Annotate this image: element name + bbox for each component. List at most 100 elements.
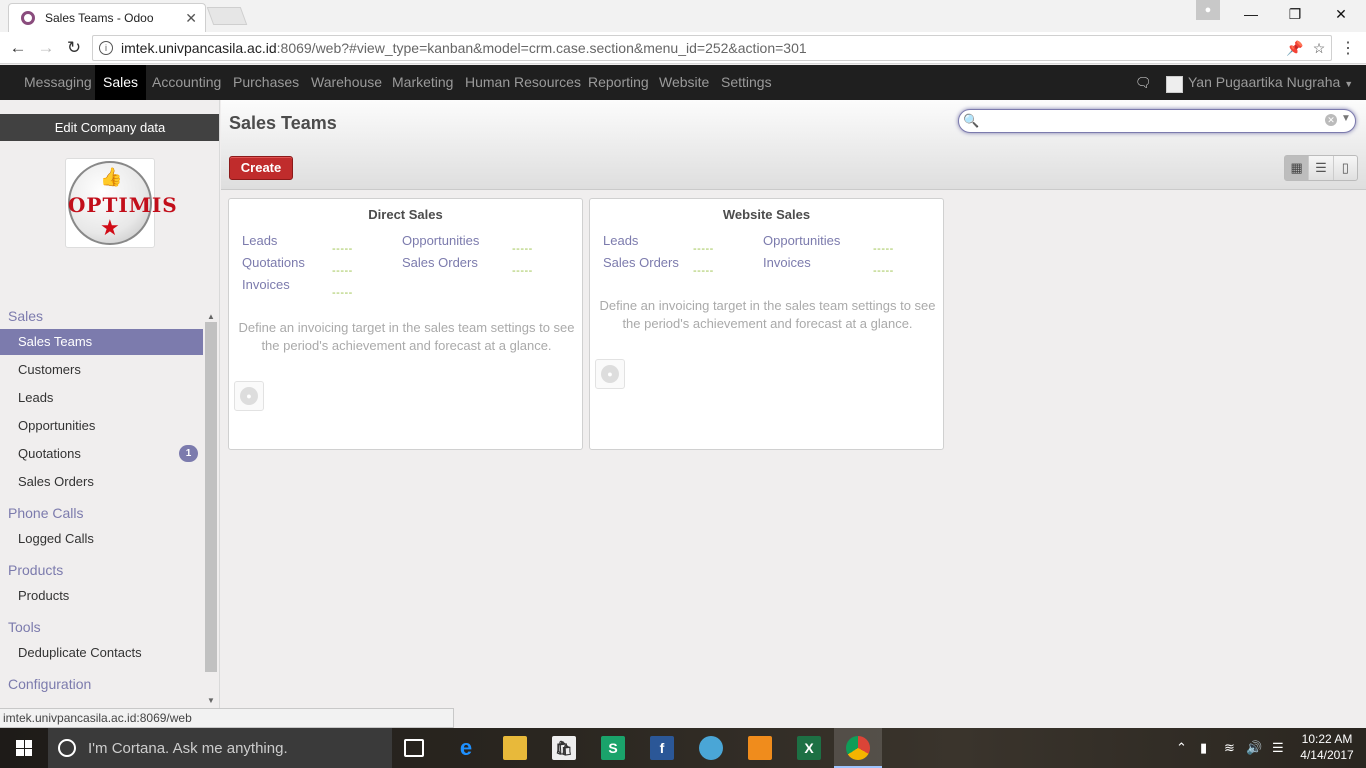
view-switcher: ▦ ☰ ▯	[1284, 155, 1358, 181]
nav-settings[interactable]: Settings	[713, 65, 780, 100]
card-link-leads[interactable]: Leads	[242, 233, 277, 248]
address-bar[interactable]: i imtek.univpancasila.ac.id:8069/web?#vi…	[92, 35, 1332, 61]
sidebar-item-quotations[interactable]: Quotations 1	[0, 441, 203, 467]
create-button[interactable]: Create	[229, 156, 293, 180]
sidebar-item-deduplicate-contacts[interactable]: Deduplicate Contacts	[0, 640, 203, 666]
app-s-icon[interactable]: S	[601, 736, 625, 760]
store-icon[interactable]: 🛍	[552, 736, 576, 760]
kanban-card-direct-sales[interactable]: Direct Sales Leads ----- Opportunities -…	[228, 198, 583, 450]
profile-icon[interactable]: ●	[1196, 0, 1220, 20]
new-tab-button[interactable]	[206, 7, 248, 25]
form-view-icon[interactable]: ▯	[1334, 156, 1357, 180]
back-icon[interactable]: ←	[8, 38, 28, 58]
sparkline-placeholder: -----	[873, 265, 894, 277]
sidebar-item-logged-calls[interactable]: Logged Calls	[0, 526, 203, 552]
card-link-leads[interactable]: Leads	[603, 233, 638, 248]
section-sales: Sales	[8, 308, 44, 324]
search-input[interactable]	[979, 113, 1309, 129]
reload-icon[interactable]: ↻	[64, 38, 84, 58]
tray-chevron-icon[interactable]: ⌃	[1176, 740, 1187, 756]
browser-menu-icon[interactable]: ⋮	[1340, 38, 1356, 58]
taskbar-clock[interactable]: 10:22 AM 4/14/2017	[1296, 731, 1358, 763]
logo-text: OPTIMIS	[68, 193, 178, 217]
nav-sales[interactable]: Sales	[95, 65, 147, 100]
restore-icon[interactable]: ❐	[1272, 0, 1318, 28]
sparkline-placeholder: -----	[693, 243, 714, 255]
bookmark-star-icon[interactable]: ☆	[1307, 40, 1331, 57]
volume-icon[interactable]: 🔊	[1246, 740, 1262, 756]
sidebar-item-customers[interactable]: Customers	[0, 357, 203, 383]
sparkline-placeholder: -----	[332, 287, 353, 299]
card-link-quotations[interactable]: Quotations	[242, 255, 305, 270]
card-link-sales-orders[interactable]: Sales Orders	[402, 255, 478, 270]
browser-toolbar: ← → ↻ i imtek.univpancasila.ac.id:8069/w…	[0, 32, 1366, 64]
sidebar-item-sales-orders[interactable]: Sales Orders	[0, 469, 203, 495]
window-close-icon[interactable]: ✕	[1318, 0, 1364, 28]
card-link-invoices[interactable]: Invoices	[763, 255, 811, 270]
sidebar-scroll-thumb[interactable]	[205, 322, 217, 672]
section-configuration: Configuration	[8, 676, 92, 692]
nav-marketing[interactable]: Marketing	[384, 65, 461, 100]
globe-app-icon[interactable]	[699, 736, 723, 760]
kanban-view-icon[interactable]: ▦	[1285, 156, 1310, 180]
odoo-favicon-icon	[21, 11, 35, 25]
kanban-card-website-sales[interactable]: Website Sales Leads ----- Opportunities …	[589, 198, 944, 450]
logo-circle: 👍 OPTIMIS ★	[68, 161, 177, 245]
clear-search-icon[interactable]: ✕	[1325, 114, 1337, 126]
pin-icon[interactable]: 📌	[1283, 40, 1307, 57]
excel-icon[interactable]: X	[797, 736, 821, 760]
main-content: Sales Teams 🔍 ✕ ▼ Create ▦ ☰ ▯ Direct Sa…	[221, 100, 1366, 708]
scroll-down-icon[interactable]: ▼	[204, 696, 218, 705]
minimize-icon[interactable]: —	[1228, 0, 1274, 28]
nav-messaging[interactable]: Messaging	[16, 65, 100, 100]
edit-company-button[interactable]: Edit Company data	[0, 114, 219, 141]
search-options-dropdown-icon[interactable]: ▼	[1341, 113, 1351, 124]
action-center-icon[interactable]: ☰	[1272, 740, 1284, 756]
card-link-opportunities[interactable]: Opportunities	[763, 233, 840, 248]
search-box[interactable]: 🔍 ✕ ▼	[958, 109, 1356, 133]
nav-warehouse[interactable]: Warehouse	[303, 65, 390, 100]
nav-website[interactable]: Website	[651, 65, 717, 100]
avatar[interactable]	[1166, 76, 1183, 93]
sidebar-item-leads[interactable]: Leads	[0, 385, 203, 411]
nav-purchases[interactable]: Purchases	[225, 65, 307, 100]
forward-icon[interactable]: →	[36, 38, 56, 58]
sidebar-item-opportunities[interactable]: Opportunities	[0, 413, 203, 439]
card-link-sales-orders[interactable]: Sales Orders	[603, 255, 679, 270]
list-view-icon[interactable]: ☰	[1309, 156, 1334, 180]
section-products: Products	[8, 562, 64, 578]
card-link-invoices[interactable]: Invoices	[242, 277, 290, 292]
scroll-up-icon[interactable]: ▲	[204, 312, 218, 321]
tab-close-icon[interactable]: ✕	[185, 10, 197, 27]
facebook-icon[interactable]: f	[650, 736, 674, 760]
sparkline-placeholder: -----	[332, 243, 353, 255]
sidebar-item-sales-teams[interactable]: Sales Teams	[0, 329, 203, 355]
user-menu[interactable]: Yan Pugaartika Nugraha ▼	[1188, 65, 1353, 100]
chrome-icon[interactable]	[846, 736, 870, 760]
nav-accounting[interactable]: Accounting	[144, 65, 229, 100]
sparkline-placeholder: -----	[693, 265, 714, 277]
chat-icon[interactable]: 🗨	[1135, 75, 1152, 90]
caret-down-icon: ▼	[1344, 79, 1354, 89]
url-text[interactable]: imtek.univpancasila.ac.id:8069/web?#view…	[121, 40, 1283, 56]
browser-tab[interactable]: Sales Teams - Odoo ✕	[8, 3, 206, 32]
card-title[interactable]: Direct Sales	[229, 207, 582, 222]
info-icon[interactable]: i	[99, 41, 113, 55]
user-name: Yan Pugaartika Nugraha	[1188, 74, 1341, 90]
edge-icon[interactable]: e	[454, 736, 478, 760]
card-title[interactable]: Website Sales	[590, 207, 943, 222]
package-app-icon[interactable]	[748, 736, 772, 760]
start-button[interactable]	[0, 728, 48, 768]
task-view-icon[interactable]	[404, 739, 424, 757]
camera-icon: ●	[595, 359, 625, 389]
nav-human-resources[interactable]: Human Resources	[457, 65, 589, 100]
card-link-opportunities[interactable]: Opportunities	[402, 233, 479, 248]
sidebar-item-products[interactable]: Products	[0, 583, 203, 609]
nav-reporting[interactable]: Reporting	[580, 65, 657, 100]
wifi-icon[interactable]: ≋	[1224, 740, 1235, 756]
cortana-search[interactable]: I'm Cortana. Ask me anything.	[48, 728, 392, 768]
tab-title: Sales Teams - Odoo	[45, 11, 154, 25]
star-icon: ★	[100, 215, 120, 240]
battery-icon[interactable]: ▮	[1200, 740, 1207, 756]
file-explorer-icon[interactable]	[503, 736, 527, 760]
